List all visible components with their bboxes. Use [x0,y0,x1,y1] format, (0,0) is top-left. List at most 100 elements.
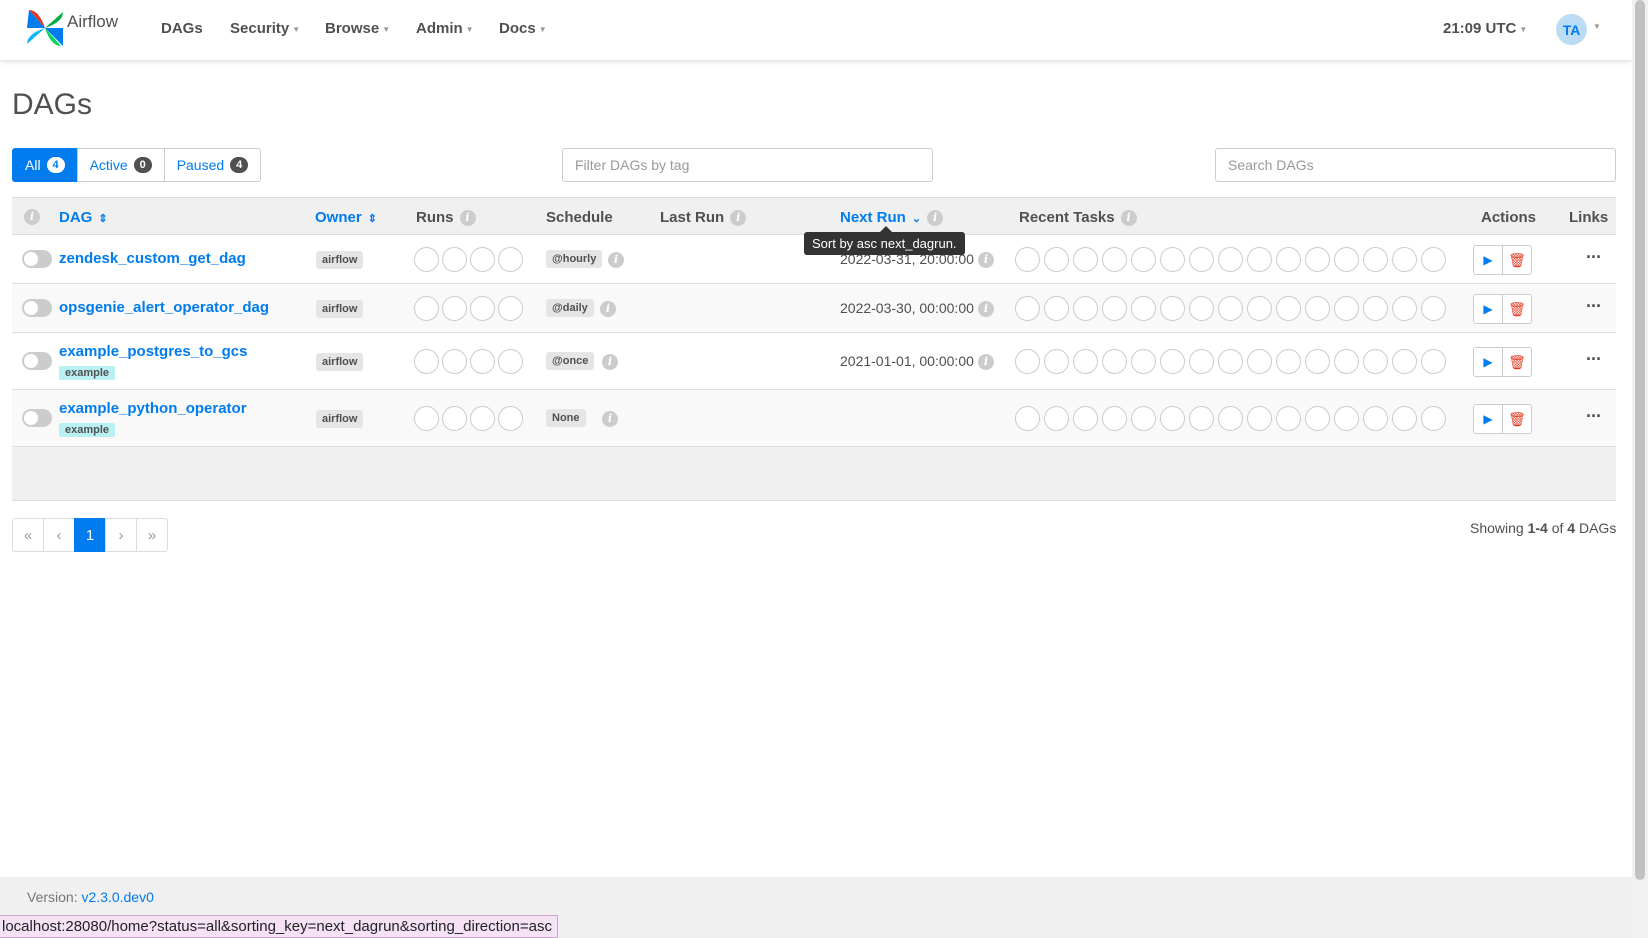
prev-page-button[interactable]: ‹ [43,518,75,552]
dag-link[interactable]: opsgenie_alert_operator_dag [59,299,269,316]
trigger-dag-button[interactable]: ▶ [1473,404,1503,434]
task-state-circle[interactable] [1073,349,1098,374]
task-state-circle[interactable] [1392,296,1417,321]
task-state-circle[interactable] [1421,406,1446,431]
task-state-circle[interactable] [1421,296,1446,321]
trigger-dag-button[interactable]: ▶ [1473,245,1503,275]
task-state-circle[interactable] [1131,247,1156,272]
run-state-circle[interactable] [470,406,495,431]
task-state-circle[interactable] [1073,296,1098,321]
delete-dag-button[interactable]: 🗑 [1502,404,1532,434]
task-state-circle[interactable] [1073,247,1098,272]
task-state-circle[interactable] [1363,247,1388,272]
airflow-logo[interactable]: Airflow [25,8,118,48]
info-icon[interactable]: i [978,301,994,317]
column-dag[interactable]: DAG ⇕ [59,209,108,226]
run-state-circle[interactable] [414,349,439,374]
nav-admin[interactable]: Admin ▼ [416,20,474,37]
dag-link[interactable]: example_python_operator [59,400,247,417]
timezone-dropdown[interactable]: 21:09 UTC ▼ [1443,20,1527,37]
tag-filter-input[interactable] [562,148,933,182]
task-state-circle[interactable] [1392,349,1417,374]
task-state-circle[interactable] [1334,247,1359,272]
task-state-circle[interactable] [1218,247,1243,272]
pause-toggle[interactable] [22,299,52,317]
task-state-circle[interactable] [1131,349,1156,374]
run-state-circle[interactable] [470,296,495,321]
search-input[interactable] [1215,148,1616,182]
task-state-circle[interactable] [1160,406,1185,431]
pause-toggle[interactable] [22,409,52,427]
chevron-down-icon[interactable]: ▼ [1593,22,1601,31]
task-state-circle[interactable] [1102,296,1127,321]
task-state-circle[interactable] [1044,349,1069,374]
task-state-circle[interactable] [1363,406,1388,431]
info-icon[interactable]: i [602,354,618,370]
info-icon[interactable]: i [602,411,618,427]
task-state-circle[interactable] [1363,296,1388,321]
filter-paused-button[interactable]: Paused 4 [163,148,262,182]
task-state-circle[interactable] [1247,349,1272,374]
task-state-circle[interactable] [1218,296,1243,321]
run-state-circle[interactable] [498,296,523,321]
pause-toggle[interactable] [22,250,52,268]
task-state-circle[interactable] [1247,296,1272,321]
task-state-circle[interactable] [1160,296,1185,321]
task-state-circle[interactable] [1392,247,1417,272]
task-state-circle[interactable] [1015,406,1040,431]
filter-all-button[interactable]: All 4 [12,148,78,182]
owner-label[interactable]: airflow [316,251,364,269]
more-links-icon[interactable]: ··· [1586,296,1602,317]
task-state-circle[interactable] [1218,349,1243,374]
task-state-circle[interactable] [1015,349,1040,374]
task-state-circle[interactable] [1276,247,1301,272]
run-state-circle[interactable] [498,349,523,374]
task-state-circle[interactable] [1247,247,1272,272]
pause-toggle[interactable] [22,352,52,370]
delete-dag-button[interactable]: 🗑 [1502,294,1532,324]
page-1-button[interactable]: 1 [74,518,106,552]
nav-browse[interactable]: Browse ▼ [325,20,390,37]
nav-docs[interactable]: Docs ▼ [499,20,547,37]
task-state-circle[interactable] [1363,349,1388,374]
run-state-circle[interactable] [442,349,467,374]
owner-label[interactable]: airflow [316,300,364,318]
task-state-circle[interactable] [1015,296,1040,321]
nav-dags[interactable]: DAGs [161,20,203,37]
next-page-button[interactable]: › [105,518,137,552]
task-state-circle[interactable] [1247,406,1272,431]
info-icon[interactable]: i [1120,210,1137,227]
delete-dag-button[interactable]: 🗑 [1502,347,1532,377]
task-state-circle[interactable] [1305,247,1330,272]
owner-label[interactable]: airflow [316,410,364,428]
task-state-circle[interactable] [1189,406,1214,431]
task-state-circle[interactable] [1044,296,1069,321]
task-state-circle[interactable] [1102,349,1127,374]
dag-tag[interactable]: example [59,423,116,437]
run-state-circle[interactable] [414,247,439,272]
first-page-button[interactable]: « [12,518,44,552]
run-state-circle[interactable] [498,406,523,431]
task-state-circle[interactable] [1276,349,1301,374]
owner-label[interactable]: airflow [316,353,364,371]
run-state-circle[interactable] [470,349,495,374]
run-state-circle[interactable] [442,406,467,431]
info-icon[interactable]: i [978,354,994,370]
info-icon[interactable]: i [608,252,624,268]
task-state-circle[interactable] [1131,296,1156,321]
task-state-circle[interactable] [1334,406,1359,431]
run-state-circle[interactable] [442,296,467,321]
filter-active-button[interactable]: Active 0 [76,148,165,182]
user-avatar[interactable]: TA [1556,14,1587,45]
run-state-circle[interactable] [470,247,495,272]
task-state-circle[interactable] [1044,247,1069,272]
task-state-circle[interactable] [1305,296,1330,321]
nav-security[interactable]: Security ▼ [230,20,300,37]
last-page-button[interactable]: » [136,518,168,552]
run-state-circle[interactable] [414,406,439,431]
task-state-circle[interactable] [1421,349,1446,374]
task-state-circle[interactable] [1102,247,1127,272]
info-icon[interactable]: i [978,252,994,268]
more-links-icon[interactable]: ··· [1586,247,1602,268]
task-state-circle[interactable] [1073,406,1098,431]
